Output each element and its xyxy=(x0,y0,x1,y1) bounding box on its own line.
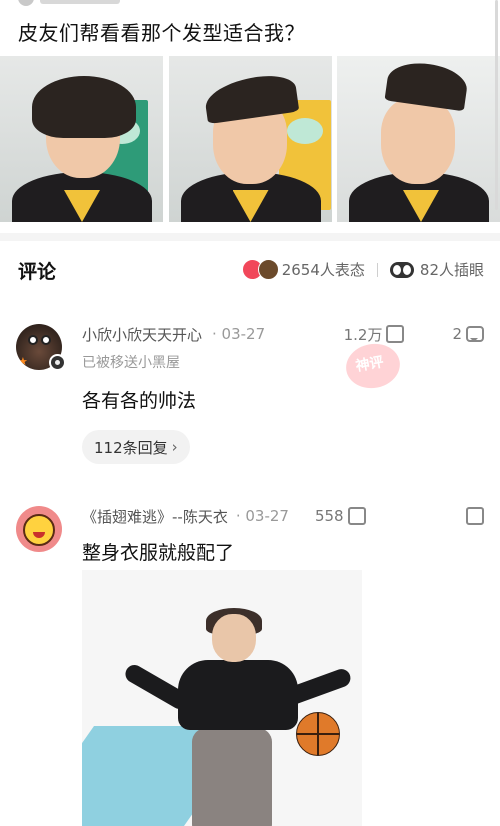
poop-reaction-icon xyxy=(257,259,279,280)
avatar[interactable] xyxy=(16,506,62,552)
reply-count: 2 xyxy=(452,325,462,343)
comment-meta: 小欣小欣天天开心 · 03-27 1.2万 2 xyxy=(82,323,484,345)
thumb-up-icon[interactable] xyxy=(386,325,405,343)
comment-date: · 03-27 xyxy=(212,325,266,343)
scrollbar[interactable] xyxy=(495,0,498,210)
comment-image[interactable] xyxy=(82,570,362,826)
photo-1[interactable] xyxy=(0,56,163,222)
comment-meta: 《插翅难逃》--陈天衣 · 03-27 558 xyxy=(82,505,484,527)
previous-header-cut xyxy=(0,0,500,8)
like-count: 558 xyxy=(314,507,344,525)
like-count: 1.2万 xyxy=(343,325,383,344)
comment-status-note: 已被移送小黑屋 xyxy=(82,355,180,371)
reaction-stats[interactable]: 2654人表态 82人插眼 xyxy=(241,259,484,280)
post-title: 皮友们帮看看那个发型适合我？ xyxy=(18,21,305,45)
god-comment-stamp: 神评 xyxy=(342,339,404,393)
photo-grid xyxy=(0,56,500,222)
comment-date: · 03-27 xyxy=(235,507,289,525)
comment-username[interactable]: 小欣小欣天天开心 xyxy=(82,324,202,345)
comment-username[interactable]: 《插翅难逃》--陈天衣 xyxy=(82,506,228,527)
chevron-right-icon: › xyxy=(171,438,178,456)
comment-text: 各有各的帅法 xyxy=(82,390,197,412)
replies-label: 112条回复 xyxy=(94,438,168,457)
thumb-down-icon[interactable] xyxy=(466,507,484,525)
photo-3[interactable] xyxy=(337,56,500,222)
comments-header: 评论 xyxy=(18,261,57,283)
view-replies-button[interactable]: 112条回复 › xyxy=(82,430,190,464)
comment-text: 整身衣服就般配了 xyxy=(82,542,235,564)
badge-icon xyxy=(49,354,66,371)
photo-2[interactable] xyxy=(168,56,332,222)
poster-avatar[interactable] xyxy=(18,0,34,6)
thumb-up-icon[interactable] xyxy=(347,507,366,525)
poster-name-placeholder xyxy=(40,0,120,4)
reactions-count: 2654人表态 xyxy=(281,261,365,279)
basketball xyxy=(296,712,340,756)
section-divider xyxy=(0,233,500,241)
eyes-icon xyxy=(389,261,414,278)
eyeroll-count: 82人插眼 xyxy=(419,261,484,279)
comment-bubble-icon[interactable] xyxy=(466,326,484,342)
divider xyxy=(376,262,378,277)
